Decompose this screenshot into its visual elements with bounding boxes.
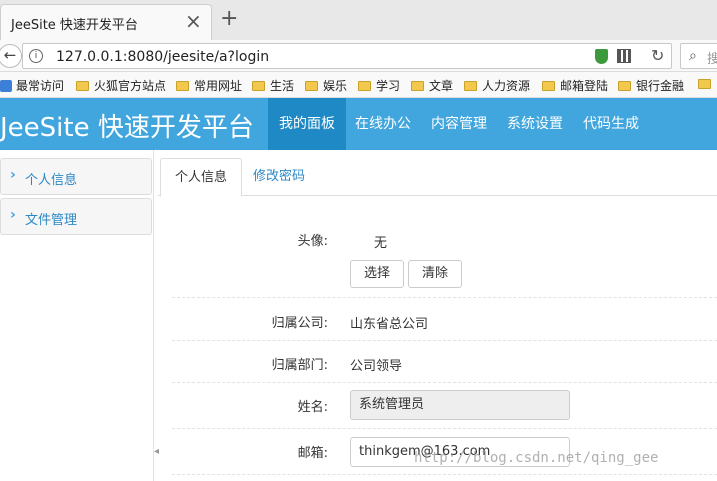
qr-code-icon[interactable] [617, 49, 631, 63]
name-label: 姓名: [297, 400, 328, 415]
visited-icon [0, 80, 12, 92]
avatar-value: 无 [374, 236, 388, 251]
sidebar-item-file-management[interactable]: › 文件管理 [0, 198, 152, 235]
folder-icon [358, 81, 371, 91]
folder-icon [252, 81, 265, 91]
left-sidebar: › 个人信息 › 文件管理 [0, 150, 154, 481]
bookmark-item[interactable]: 人力资源 [464, 77, 530, 94]
bookmarks-toolbar: 最常访问 火狐官方站点 常用网址 生活 娱乐 学习 文章 人力资源 邮箱登陆 银… [0, 72, 717, 98]
app-header: JeeSite 快速开发平台 我的面板 在线办公 内容管理 系统设置 代码生成 [0, 98, 717, 150]
address-bar[interactable]: i 127.0.0.1:8080/jeesite/a?login ↻ [22, 43, 672, 69]
choose-button[interactable]: 选择 [350, 260, 404, 288]
browser-navbar: ← i 127.0.0.1:8080/jeesite/a?login ↻ ⌕ 搜 [0, 40, 717, 72]
bookmark-item[interactable]: 邮箱登陆 [542, 77, 608, 94]
chevron-right-icon: › [10, 207, 16, 223]
search-input[interactable]: ⌕ 搜 [680, 43, 717, 69]
back-arrow-icon[interactable]: ← [0, 44, 22, 68]
menu-system-settings[interactable]: 系统设置 [496, 98, 574, 150]
menu-content-management[interactable]: 内容管理 [420, 98, 498, 150]
folder-icon [76, 81, 89, 91]
shield-icon[interactable] [595, 49, 608, 64]
bookmark-item[interactable]: 火狐官方站点 [76, 77, 166, 94]
browser-tab-strip: JeeSite 快速开发平台 × + [0, 0, 717, 40]
bookmark-item[interactable]: 常用网址 [176, 77, 242, 94]
folder-icon [411, 81, 424, 91]
row-divider [172, 428, 717, 429]
browser-tab[interactable]: JeeSite 快速开发平台 × [0, 4, 212, 40]
company-label: 归属公司: [271, 316, 328, 331]
company-value: 山东省总公司 [350, 317, 429, 332]
folder-icon [176, 81, 189, 91]
row-divider [172, 340, 717, 341]
tab-personal-info[interactable]: 个人信息 [160, 158, 243, 197]
bookmark-item[interactable]: 银行金融 [618, 77, 684, 94]
bookmark-item[interactable]: 生活 [252, 77, 294, 94]
row-divider [172, 474, 717, 475]
department-label: 归属部门: [271, 358, 328, 373]
sidebar-item-label: 文件管理 [25, 213, 78, 228]
folder-icon [305, 81, 318, 91]
main-content: 个人信息 修改密码 头像: 无 选择 清除 归属公司: 山东省总公司 归属部门:… [158, 150, 717, 481]
reload-icon[interactable]: ↻ [651, 46, 664, 65]
watermark-text: http://blog.csdn.net/qing_gee [414, 450, 659, 466]
sidebar-item-personal-info[interactable]: › 个人信息 [0, 158, 152, 195]
browser-tab-title: JeeSite 快速开发平台 [11, 18, 138, 33]
search-icon: ⌕ [689, 48, 697, 64]
close-tab-icon[interactable]: × [185, 11, 202, 31]
avatar-label: 头像: [297, 234, 328, 249]
search-placeholder: 搜 [707, 52, 717, 67]
name-field[interactable]: 系统管理员 [350, 390, 570, 420]
bookmark-item[interactable]: 学习 [358, 77, 400, 94]
bookmark-item[interactable] [698, 77, 716, 91]
row-divider [172, 382, 717, 383]
folder-icon [464, 81, 477, 91]
menu-code-generation[interactable]: 代码生成 [572, 98, 650, 150]
folder-icon [542, 81, 555, 91]
row-divider [172, 297, 717, 298]
clear-button[interactable]: 清除 [408, 260, 462, 288]
bookmark-item[interactable]: 最常访问 [0, 77, 64, 94]
folder-icon [698, 79, 711, 89]
url-text[interactable]: 127.0.0.1:8080/jeesite/a?login [56, 49, 269, 65]
bookmark-item[interactable]: 文章 [411, 77, 453, 94]
sidebar-item-label: 个人信息 [25, 173, 78, 188]
menu-online-office[interactable]: 在线办公 [344, 98, 422, 150]
bookmark-item[interactable]: 娱乐 [305, 77, 347, 94]
tab-change-password[interactable]: 修改密码 [239, 158, 319, 196]
chevron-right-icon: › [10, 167, 16, 183]
department-value: 公司领导 [350, 359, 403, 374]
app-brand[interactable]: JeeSite 快速开发平台 [0, 107, 254, 144]
new-tab-icon[interactable]: + [220, 8, 238, 30]
email-label: 邮箱: [297, 446, 328, 461]
info-icon[interactable]: i [29, 49, 43, 63]
folder-icon [618, 81, 631, 91]
menu-my-panel[interactable]: 我的面板 [268, 98, 346, 150]
tab-bar: 个人信息 修改密码 [158, 158, 717, 197]
